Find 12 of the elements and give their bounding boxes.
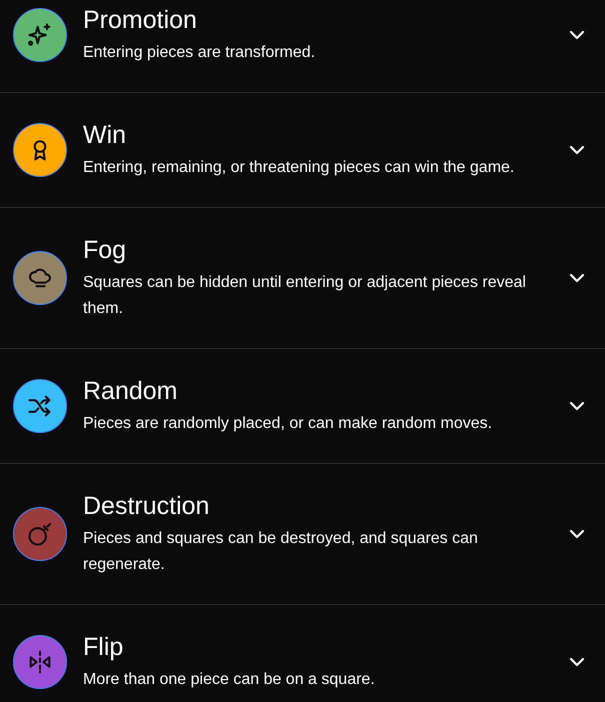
rule-title: Win bbox=[83, 120, 128, 151]
rule-description: Entering pieces are transformed. bbox=[83, 43, 316, 63]
rule-title: Destruction bbox=[83, 491, 210, 522]
rule-title: Fog bbox=[83, 235, 128, 266]
rule-title: Random bbox=[83, 376, 178, 407]
rule-title: Flip bbox=[83, 632, 124, 663]
rule-description: Pieces and squares can be destroyed, and squares can regenerate. bbox=[83, 529, 479, 575]
rule-description: Squares can be hidden until entering or adjacent pieces reveal them. bbox=[83, 273, 527, 319]
rule-description: Entering, remaining, or threatening pieces can win the game. bbox=[83, 158, 516, 178]
rule-description: Pieces are randomly placed, or can make random moves. bbox=[83, 414, 494, 434]
rule-description: More than one piece can be on a square. bbox=[83, 670, 376, 690]
rule-title: Promotion bbox=[83, 5, 198, 36]
